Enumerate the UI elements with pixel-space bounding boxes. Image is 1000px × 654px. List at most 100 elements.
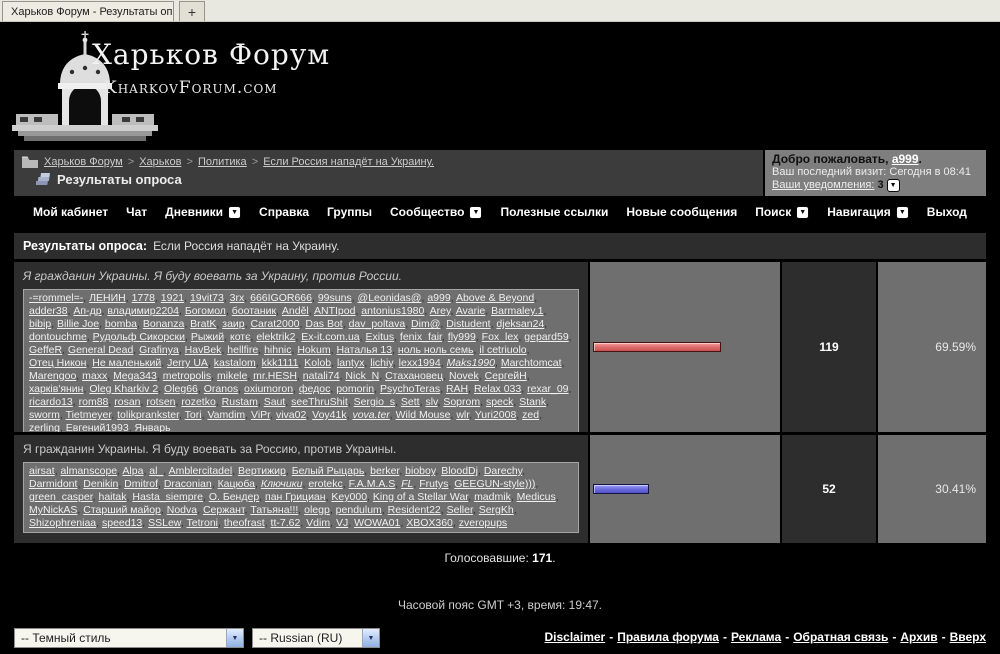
voter-link[interactable]: Grafinya: [139, 344, 179, 356]
voter-link[interactable]: berker: [370, 465, 399, 477]
voter-link[interactable]: Frutys: [419, 478, 448, 490]
voter-link[interactable]: GeffeR: [29, 344, 62, 356]
voter-link[interactable]: Tetroni: [186, 517, 218, 529]
voter-link[interactable]: Tietmeyer: [66, 409, 112, 421]
voter-link[interactable]: Voy41k: [312, 409, 346, 421]
voter-link[interactable]: 3rx: [230, 292, 245, 304]
voter-link[interactable]: Старший майор: [83, 504, 161, 516]
voter-link[interactable]: MyNickAS: [29, 504, 77, 516]
voter-link[interactable]: VJ: [336, 517, 348, 529]
voter-link[interactable]: Dmitrof: [124, 478, 158, 490]
voter-link[interactable]: tolikprankster: [117, 409, 179, 421]
voter-link[interactable]: Не маленький: [92, 357, 161, 369]
nav-item-дневники[interactable]: Дневники: [165, 205, 241, 219]
voter-link[interactable]: vova.ter: [352, 409, 389, 421]
voter-link[interactable]: a999: [427, 292, 450, 304]
voter-link[interactable]: Stank: [519, 396, 546, 408]
voter-link[interactable]: Bonanza: [143, 318, 184, 330]
voter-link[interactable]: Ключики: [261, 478, 303, 490]
voter-link[interactable]: Богомол: [185, 305, 226, 317]
voter-link[interactable]: Вертижир: [238, 465, 286, 477]
voter-link[interactable]: olegp: [304, 504, 330, 516]
voter-link[interactable]: Wild Mouse: [396, 409, 451, 421]
nav-item-чат[interactable]: Чат: [126, 205, 147, 219]
voter-link[interactable]: zed: [522, 409, 539, 421]
voter-link[interactable]: Darmidont: [29, 478, 77, 490]
voter-link[interactable]: djeksan24: [496, 318, 544, 330]
voter-link[interactable]: Nodva: [167, 504, 197, 516]
voter-link[interactable]: HavBek: [185, 344, 222, 356]
voter-link[interactable]: Vamdim: [207, 409, 245, 421]
voter-link[interactable]: SSLew: [148, 517, 181, 529]
voter-link[interactable]: Fox_lex: [482, 331, 519, 343]
voter-link[interactable]: al_: [149, 465, 163, 477]
voter-link[interactable]: Resident22: [388, 504, 441, 516]
voter-link[interactable]: Hokum: [297, 344, 330, 356]
voter-link[interactable]: maxx: [82, 370, 107, 382]
voter-link[interactable]: PsychoTeras: [380, 383, 440, 395]
notifications-dropdown-icon[interactable]: [887, 179, 900, 192]
voter-link[interactable]: ANTIpod: [314, 305, 355, 317]
nav-item-группы[interactable]: Группы: [327, 205, 372, 219]
voter-link[interactable]: il cetriuolo: [479, 344, 526, 356]
voter-link[interactable]: BloodDj: [441, 465, 478, 477]
voter-link[interactable]: Tori: [185, 409, 202, 421]
voter-link[interactable]: Oranos: [204, 383, 238, 395]
voter-link[interactable]: Soprom: [443, 396, 480, 408]
voter-link[interactable]: Vdim: [306, 517, 330, 529]
voter-link[interactable]: Nick_N: [345, 370, 379, 382]
voter-link[interactable]: Сержант: [203, 504, 245, 516]
language-select-arrow-icon[interactable]: [362, 629, 379, 647]
voter-link[interactable]: Carat2000: [250, 318, 299, 330]
voter-link[interactable]: 1921: [161, 292, 184, 304]
new-tab-button[interactable]: +: [179, 1, 205, 21]
voter-link[interactable]: харків'янин: [29, 383, 83, 395]
nav-dropdown-icon[interactable]: [469, 206, 482, 219]
voter-link[interactable]: Ап-др: [73, 305, 101, 317]
voter-link[interactable]: pomorin: [336, 383, 374, 395]
voter-link[interactable]: XBOX360: [406, 517, 453, 529]
voter-link[interactable]: green_casper: [29, 491, 93, 503]
voter-link[interactable]: kastalom: [214, 357, 256, 369]
voter-link[interactable]: Отец Никон: [29, 357, 86, 369]
footer-link[interactable]: Обратная связь: [793, 630, 888, 644]
voter-link[interactable]: BratK: [190, 318, 216, 330]
voter-link[interactable]: GEEGUN-style))): [454, 478, 535, 490]
voter-link[interactable]: lexx1994: [399, 357, 441, 369]
voter-link[interactable]: gepard59: [524, 331, 568, 343]
voter-link[interactable]: bioboy: [405, 465, 435, 477]
voter-link[interactable]: Hasta_siempre: [132, 491, 203, 503]
voter-link[interactable]: Shizophreniaa: [29, 517, 96, 529]
voter-link[interactable]: Arey: [430, 305, 451, 317]
nav-item-выход[interactable]: Выход: [927, 205, 967, 219]
voter-link[interactable]: котє: [230, 331, 251, 343]
voter-link[interactable]: hihnic: [264, 344, 291, 356]
footer-link[interactable]: Правила форума: [617, 630, 719, 644]
voter-link[interactable]: airsat: [29, 465, 55, 477]
voter-link[interactable]: Avarie: [456, 305, 486, 317]
voter-link[interactable]: rotsen: [146, 396, 175, 408]
voter-link[interactable]: заир: [222, 318, 244, 330]
voter-link[interactable]: dontouchme: [29, 331, 87, 343]
voter-link[interactable]: zerling: [29, 422, 60, 432]
username-link[interactable]: a999: [892, 152, 919, 166]
voter-link[interactable]: Sergio_s: [354, 396, 395, 408]
voter-link[interactable]: elektrik2: [256, 331, 295, 343]
voter-link[interactable]: viva02: [276, 409, 306, 421]
voter-link[interactable]: Rustam: [222, 396, 258, 408]
footer-link[interactable]: Вверх: [950, 630, 986, 644]
nav-item-новые-сообщения[interactable]: Новые сообщения: [626, 205, 737, 219]
voter-link[interactable]: ricardo13: [29, 396, 73, 408]
voter-link[interactable]: rexar_09: [527, 383, 568, 395]
footer-link[interactable]: Реклама: [731, 630, 781, 644]
voter-link[interactable]: rom88: [79, 396, 109, 408]
voter-link[interactable]: ноль ноль семь: [398, 344, 474, 356]
voter-link[interactable]: seeThruShit: [291, 396, 348, 408]
voter-link[interactable]: Medicus: [517, 491, 556, 503]
voter-link[interactable]: fly999: [448, 331, 476, 343]
voter-link[interactable]: Mega343: [113, 370, 157, 382]
nav-item-поиск[interactable]: Поиск: [755, 205, 809, 219]
voter-link[interactable]: hellfire: [227, 344, 258, 356]
voter-link[interactable]: theofrast: [224, 517, 265, 529]
voter-link[interactable]: 99suns: [318, 292, 352, 304]
